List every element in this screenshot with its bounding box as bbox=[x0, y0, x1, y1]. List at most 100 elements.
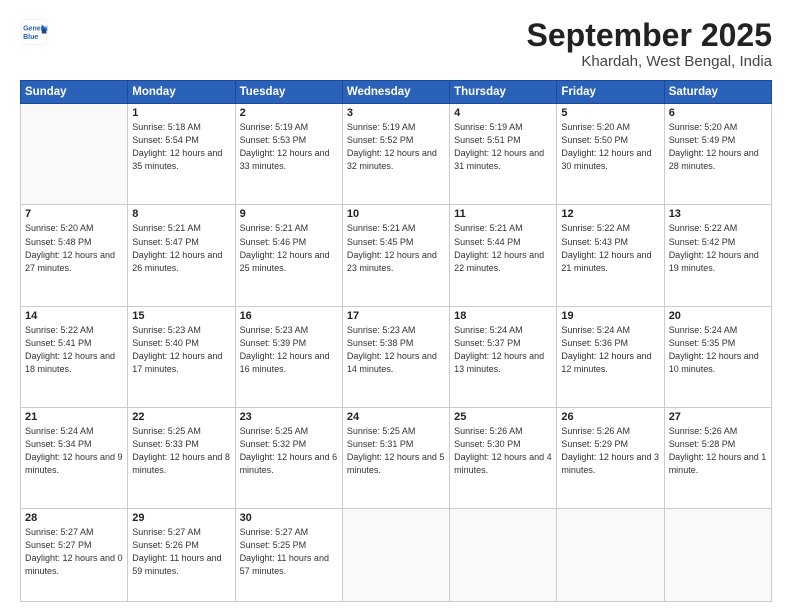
day-number: 24 bbox=[347, 411, 445, 423]
calendar-cell: 1 Sunrise: 5:18 AM Sunset: 5:54 PM Daylig… bbox=[128, 104, 235, 205]
calendar-cell bbox=[21, 104, 128, 205]
calendar-cell bbox=[664, 509, 771, 602]
page: General Blue September 2025 Khardah, Wes… bbox=[0, 0, 792, 612]
day-info: Sunrise: 5:25 AM Sunset: 5:31 PM Dayligh… bbox=[347, 425, 445, 477]
day-info: Sunrise: 5:24 AM Sunset: 5:34 PM Dayligh… bbox=[25, 425, 123, 477]
day-info: Sunrise: 5:20 AM Sunset: 5:49 PM Dayligh… bbox=[669, 121, 767, 173]
header-tuesday: Tuesday bbox=[235, 81, 342, 104]
day-info: Sunrise: 5:24 AM Sunset: 5:35 PM Dayligh… bbox=[669, 324, 767, 376]
header-sunday: Sunday bbox=[21, 81, 128, 104]
day-info: Sunrise: 5:27 AM Sunset: 5:27 PM Dayligh… bbox=[25, 526, 123, 578]
day-info: Sunrise: 5:23 AM Sunset: 5:39 PM Dayligh… bbox=[240, 324, 338, 376]
day-info: Sunrise: 5:26 AM Sunset: 5:28 PM Dayligh… bbox=[669, 425, 767, 477]
title-block: September 2025 Khardah, West Bengal, Ind… bbox=[527, 18, 772, 70]
day-number: 22 bbox=[132, 411, 230, 423]
calendar: Sunday Monday Tuesday Wednesday Thursday… bbox=[20, 80, 772, 602]
day-number: 11 bbox=[454, 208, 552, 220]
calendar-cell: 11 Sunrise: 5:21 AM Sunset: 5:44 PM Dayli… bbox=[450, 205, 557, 306]
calendar-cell: 28 Sunrise: 5:27 AM Sunset: 5:27 PM Dayli… bbox=[21, 509, 128, 602]
day-number: 4 bbox=[454, 107, 552, 119]
week-row-1: 1 Sunrise: 5:18 AM Sunset: 5:54 PM Daylig… bbox=[21, 104, 772, 205]
day-number: 7 bbox=[25, 208, 123, 220]
calendar-cell: 19 Sunrise: 5:24 AM Sunset: 5:36 PM Dayli… bbox=[557, 306, 664, 407]
calendar-cell: 10Sunrise: 5:21 AM Sunset: 5:45 PM Dayli… bbox=[342, 205, 449, 306]
day-info: Sunrise: 5:20 AM Sunset: 5:48 PM Dayligh… bbox=[25, 222, 123, 274]
week-row-4: 21 Sunrise: 5:24 AM Sunset: 5:34 PM Dayli… bbox=[21, 408, 772, 509]
day-number: 30 bbox=[240, 512, 338, 524]
day-number: 13 bbox=[669, 208, 767, 220]
calendar-cell: 9 Sunrise: 5:21 AM Sunset: 5:46 PM Daylig… bbox=[235, 205, 342, 306]
calendar-cell: 2 Sunrise: 5:19 AM Sunset: 5:53 PM Daylig… bbox=[235, 104, 342, 205]
day-number: 25 bbox=[454, 411, 552, 423]
day-info: Sunrise: 5:26 AM Sunset: 5:29 PM Dayligh… bbox=[561, 425, 659, 477]
calendar-cell: 30 Sunrise: 5:27 AM Sunset: 5:25 PM Dayli… bbox=[235, 509, 342, 602]
header-wednesday: Wednesday bbox=[342, 81, 449, 104]
day-number: 29 bbox=[132, 512, 230, 524]
calendar-cell bbox=[342, 509, 449, 602]
month-title: September 2025 bbox=[527, 18, 772, 53]
day-info: Sunrise: 5:27 AM Sunset: 5:25 PM Dayligh… bbox=[240, 526, 338, 578]
day-number: 23 bbox=[240, 411, 338, 423]
header: General Blue September 2025 Khardah, Wes… bbox=[20, 18, 772, 70]
header-friday: Friday bbox=[557, 81, 664, 104]
day-number: 9 bbox=[240, 208, 338, 220]
header-saturday: Saturday bbox=[664, 81, 771, 104]
day-number: 15 bbox=[132, 310, 230, 322]
calendar-cell: 14Sunrise: 5:22 AM Sunset: 5:41 PM Dayli… bbox=[21, 306, 128, 407]
day-number: 19 bbox=[561, 310, 659, 322]
day-info: Sunrise: 5:23 AM Sunset: 5:40 PM Dayligh… bbox=[132, 324, 230, 376]
week-row-5: 28 Sunrise: 5:27 AM Sunset: 5:27 PM Dayli… bbox=[21, 509, 772, 602]
calendar-cell: 27 Sunrise: 5:26 AM Sunset: 5:28 PM Dayli… bbox=[664, 408, 771, 509]
calendar-cell: 25 Sunrise: 5:26 AM Sunset: 5:30 PM Dayli… bbox=[450, 408, 557, 509]
header-thursday: Thursday bbox=[450, 81, 557, 104]
calendar-cell: 18 Sunrise: 5:24 AM Sunset: 5:37 PM Dayli… bbox=[450, 306, 557, 407]
day-info: Sunrise: 5:25 AM Sunset: 5:32 PM Dayligh… bbox=[240, 425, 338, 477]
calendar-cell bbox=[557, 509, 664, 602]
day-info: Sunrise: 5:21 AM Sunset: 5:46 PM Dayligh… bbox=[240, 222, 338, 274]
day-info: Sunrise: 5:19 AM Sunset: 5:51 PM Dayligh… bbox=[454, 121, 552, 173]
calendar-cell: 5Sunrise: 5:20 AM Sunset: 5:50 PM Daylig… bbox=[557, 104, 664, 205]
day-info: Sunrise: 5:19 AM Sunset: 5:53 PM Dayligh… bbox=[240, 121, 338, 173]
header-monday: Monday bbox=[128, 81, 235, 104]
day-info: Sunrise: 5:19 AM Sunset: 5:52 PM Dayligh… bbox=[347, 121, 445, 173]
day-number: 2 bbox=[240, 107, 338, 119]
day-info: Sunrise: 5:22 AM Sunset: 5:41 PM Dayligh… bbox=[25, 324, 123, 376]
day-number: 12 bbox=[561, 208, 659, 220]
day-number: 17 bbox=[347, 310, 445, 322]
day-info: Sunrise: 5:21 AM Sunset: 5:44 PM Dayligh… bbox=[454, 222, 552, 274]
day-info: Sunrise: 5:18 AM Sunset: 5:54 PM Dayligh… bbox=[132, 121, 230, 173]
day-info: Sunrise: 5:22 AM Sunset: 5:42 PM Dayligh… bbox=[669, 222, 767, 274]
calendar-cell: 24 Sunrise: 5:25 AM Sunset: 5:31 PM Dayli… bbox=[342, 408, 449, 509]
calendar-cell: 21 Sunrise: 5:24 AM Sunset: 5:34 PM Dayli… bbox=[21, 408, 128, 509]
calendar-cell: 3 Sunrise: 5:19 AM Sunset: 5:52 PM Daylig… bbox=[342, 104, 449, 205]
calendar-cell: 13 Sunrise: 5:22 AM Sunset: 5:42 PM Dayli… bbox=[664, 205, 771, 306]
calendar-cell: 16 Sunrise: 5:23 AM Sunset: 5:39 PM Dayli… bbox=[235, 306, 342, 407]
day-info: Sunrise: 5:27 AM Sunset: 5:26 PM Dayligh… bbox=[132, 526, 230, 578]
day-info: Sunrise: 5:24 AM Sunset: 5:37 PM Dayligh… bbox=[454, 324, 552, 376]
calendar-cell: 8Sunrise: 5:21 AM Sunset: 5:47 PM Daylig… bbox=[128, 205, 235, 306]
day-number: 27 bbox=[669, 411, 767, 423]
week-row-2: 7 Sunrise: 5:20 AM Sunset: 5:48 PM Daylig… bbox=[21, 205, 772, 306]
calendar-cell bbox=[450, 509, 557, 602]
svg-text:Blue: Blue bbox=[23, 34, 38, 41]
day-info: Sunrise: 5:21 AM Sunset: 5:47 PM Dayligh… bbox=[132, 222, 230, 274]
day-number: 3 bbox=[347, 107, 445, 119]
week-row-3: 14Sunrise: 5:22 AM Sunset: 5:41 PM Dayli… bbox=[21, 306, 772, 407]
calendar-cell: 20Sunrise: 5:24 AM Sunset: 5:35 PM Dayli… bbox=[664, 306, 771, 407]
day-number: 6 bbox=[669, 107, 767, 119]
day-number: 16 bbox=[240, 310, 338, 322]
day-number: 21 bbox=[25, 411, 123, 423]
day-info: Sunrise: 5:26 AM Sunset: 5:30 PM Dayligh… bbox=[454, 425, 552, 477]
day-info: Sunrise: 5:25 AM Sunset: 5:33 PM Dayligh… bbox=[132, 425, 230, 477]
calendar-cell: 7 Sunrise: 5:20 AM Sunset: 5:48 PM Daylig… bbox=[21, 205, 128, 306]
logo-icon: General Blue bbox=[20, 18, 48, 46]
day-number: 18 bbox=[454, 310, 552, 322]
calendar-cell: 26Sunrise: 5:26 AM Sunset: 5:29 PM Dayli… bbox=[557, 408, 664, 509]
calendar-cell: 17Sunrise: 5:23 AM Sunset: 5:38 PM Dayli… bbox=[342, 306, 449, 407]
calendar-cell: 29 Sunrise: 5:27 AM Sunset: 5:26 PM Dayli… bbox=[128, 509, 235, 602]
day-number: 28 bbox=[25, 512, 123, 524]
day-number: 1 bbox=[132, 107, 230, 119]
day-info: Sunrise: 5:24 AM Sunset: 5:36 PM Dayligh… bbox=[561, 324, 659, 376]
day-info: Sunrise: 5:21 AM Sunset: 5:45 PM Dayligh… bbox=[347, 222, 445, 274]
calendar-cell: 22 Sunrise: 5:25 AM Sunset: 5:33 PM Dayli… bbox=[128, 408, 235, 509]
